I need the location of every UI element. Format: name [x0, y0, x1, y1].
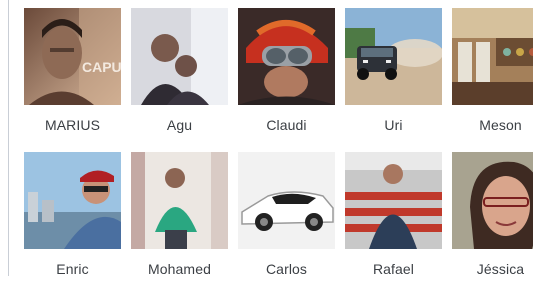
friend-name[interactable]: Claudi — [238, 117, 335, 133]
friend-tile[interactable]: Claudi — [238, 8, 335, 145]
friend-tile[interactable]: CAPU MARIUS — [24, 8, 121, 145]
profile-photo[interactable] — [452, 152, 533, 249]
profile-photo[interactable] — [24, 152, 121, 249]
friend-name[interactable]: Rafael — [345, 261, 442, 277]
profile-photo[interactable] — [452, 8, 533, 105]
friends-grid: CAPU MARIUS Agu Claudi Uri Meson Enric M… — [24, 8, 533, 289]
friend-name[interactable]: Mohamed — [131, 261, 228, 277]
friend-name[interactable]: Agu — [131, 117, 228, 133]
friend-name[interactable]: Enric — [24, 261, 121, 277]
friend-name[interactable]: Meson — [452, 117, 533, 133]
profile-photo[interactable] — [345, 152, 442, 249]
friend-name[interactable]: Jéssica — [452, 261, 533, 277]
profile-photo[interactable] — [131, 8, 228, 105]
friend-name[interactable]: MARIUS — [24, 117, 121, 133]
profile-photo[interactable] — [238, 8, 335, 105]
profile-photo[interactable]: CAPU — [24, 8, 121, 105]
friend-tile[interactable]: Jéssica — [452, 152, 533, 289]
friend-tile[interactable]: Agu — [131, 8, 228, 145]
friend-name[interactable]: Carlos — [238, 261, 335, 277]
profile-photo[interactable] — [345, 8, 442, 105]
friend-tile[interactable]: Uri — [345, 8, 442, 145]
friend-tile[interactable]: Rafael — [345, 152, 442, 289]
friend-tile[interactable]: Enric — [24, 152, 121, 289]
profile-photo[interactable] — [131, 152, 228, 249]
overlay-text: CAPU — [82, 59, 121, 75]
friend-tile[interactable]: Mohamed — [131, 152, 228, 289]
friend-tile[interactable]: Carlos — [238, 152, 335, 289]
profile-photo[interactable] — [238, 152, 335, 249]
friend-name[interactable]: Uri — [345, 117, 442, 133]
friend-tile[interactable]: Meson — [452, 8, 533, 145]
